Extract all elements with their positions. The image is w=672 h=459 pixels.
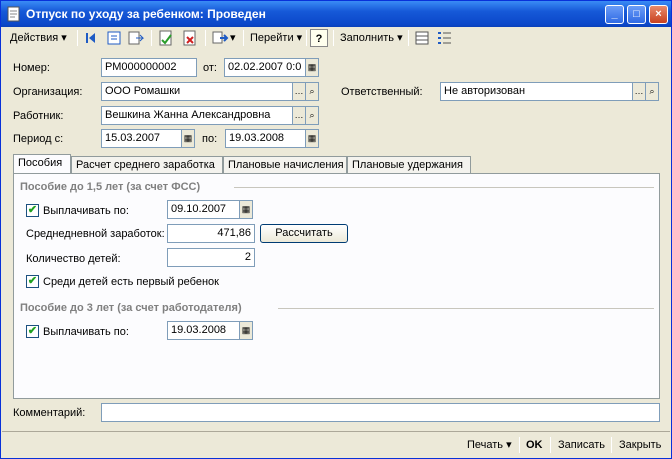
close-form-button[interactable]: Закрыть bbox=[619, 437, 661, 453]
date-label: от: bbox=[203, 62, 217, 74]
pay-until-field[interactable]: 09.10.2007 bbox=[167, 200, 240, 219]
pay-until-label: Выплачивать по: bbox=[43, 205, 129, 217]
movements-icon[interactable] bbox=[127, 29, 145, 47]
employee-field[interactable]: Вешкина Жанна Александровна bbox=[101, 106, 293, 125]
goto-menu[interactable]: Перейти ▾ bbox=[247, 29, 305, 47]
footer-separator bbox=[519, 437, 520, 453]
toolbar-separator bbox=[306, 30, 307, 46]
open-search-icon[interactable]: ⌕ bbox=[305, 82, 319, 101]
unpost-icon[interactable] bbox=[181, 29, 199, 47]
toolbar: Действия ▾ ▾ Перейти ▾ ? Заполнить ▾ bbox=[5, 28, 667, 48]
ok-button[interactable]: OK bbox=[526, 437, 543, 453]
window-title: Отпуск по уходу за ребенком: Проведен bbox=[26, 7, 266, 21]
calendar-icon[interactable]: ▦ bbox=[305, 58, 319, 77]
footer-separator bbox=[611, 437, 612, 453]
calendar-icon[interactable]: ▦ bbox=[239, 200, 253, 219]
structure-icon[interactable] bbox=[105, 29, 123, 47]
footer-separator bbox=[550, 437, 551, 453]
fill-menu[interactable]: Заполнить ▾ bbox=[337, 29, 406, 47]
period-from-field[interactable]: 15.03.2007 bbox=[101, 129, 182, 148]
period-from-label: Период с: bbox=[13, 133, 64, 145]
select-ellipsis-icon[interactable]: … bbox=[292, 82, 306, 101]
list-settings-icon[interactable] bbox=[435, 29, 453, 47]
number-field[interactable]: РМ000000002 bbox=[101, 58, 197, 77]
calendar-icon[interactable]: ▦ bbox=[181, 129, 195, 148]
minimize-button[interactable]: _ bbox=[605, 5, 624, 24]
previous-icon[interactable] bbox=[83, 29, 101, 47]
document-window: Отпуск по уходу за ребенком: Проведен _ … bbox=[0, 0, 672, 459]
responsible-field[interactable]: Не авторизован bbox=[440, 82, 633, 101]
avg-daily-field[interactable]: 471,86 bbox=[167, 224, 255, 243]
toolbar-separator bbox=[333, 30, 334, 46]
open-search-icon[interactable]: ⌕ bbox=[305, 106, 319, 125]
calendar-icon[interactable]: ▦ bbox=[239, 321, 253, 340]
help-label: ? bbox=[315, 33, 323, 45]
organization-label: Организация: bbox=[13, 86, 83, 98]
print-label: Печать bbox=[467, 439, 504, 451]
help-button[interactable]: ? bbox=[310, 29, 328, 47]
first-child-checkbox[interactable]: ✔ bbox=[26, 275, 39, 288]
pay-until-checkbox[interactable]: ✔ bbox=[26, 204, 39, 217]
toolbar-separator bbox=[408, 30, 409, 46]
document-icon bbox=[7, 6, 20, 22]
tab-panel-benefits: Пособие до 1,5 лет (за счет ФСС) ✔ Выпла… bbox=[13, 173, 660, 399]
pay-until2-checkbox[interactable]: ✔ bbox=[26, 325, 39, 338]
first-child-label: Среди детей есть первый ребенок bbox=[43, 276, 219, 288]
toolbar-separator bbox=[205, 30, 206, 46]
group1-divider bbox=[234, 187, 654, 188]
save-button[interactable]: Записать bbox=[558, 437, 605, 453]
select-ellipsis-icon[interactable]: … bbox=[292, 106, 306, 125]
period-to-field[interactable]: 19.03.2008 bbox=[225, 129, 307, 148]
toolbar-separator bbox=[243, 30, 244, 46]
number-label: Номер: bbox=[13, 62, 50, 74]
tab-benefits[interactable]: Пособия bbox=[13, 154, 71, 174]
comment-label: Комментарий: bbox=[13, 407, 86, 419]
maximize-button[interactable]: □ bbox=[627, 5, 646, 24]
toolbar-separator bbox=[77, 30, 78, 46]
organization-field[interactable]: ООО Ромашки bbox=[101, 82, 293, 101]
pay-until2-field[interactable]: 19.03.2008 bbox=[167, 321, 240, 340]
group1-title: Пособие до 1,5 лет (за счет ФСС) bbox=[20, 181, 201, 193]
actions-menu[interactable]: Действия ▾ bbox=[7, 29, 70, 47]
comment-field[interactable] bbox=[101, 403, 660, 422]
children-count-label: Количество детей: bbox=[26, 253, 121, 265]
children-count-field[interactable]: 2 bbox=[167, 248, 255, 267]
print-menu-button[interactable]: Печать ▾ bbox=[467, 437, 512, 453]
group2-divider bbox=[278, 308, 654, 309]
open-search-icon[interactable]: ⌕ bbox=[645, 82, 659, 101]
actions-label: Действия bbox=[10, 32, 59, 44]
tab-average-earnings[interactable]: Расчет среднего заработка bbox=[71, 156, 223, 173]
tab-planned-deductions[interactable]: Плановые удержания bbox=[347, 156, 471, 173]
employee-label: Работник: bbox=[13, 110, 64, 122]
date-field[interactable]: 02.02.2007 0:0 bbox=[224, 58, 306, 77]
tab-planned-accruals[interactable]: Плановые начисления bbox=[223, 156, 347, 173]
footer-divider bbox=[2, 431, 670, 432]
table-icon[interactable] bbox=[413, 29, 431, 47]
responsible-label: Ответственный: bbox=[341, 86, 423, 98]
pay-until2-label: Выплачивать по: bbox=[43, 326, 129, 338]
select-ellipsis-icon[interactable]: … bbox=[632, 82, 646, 101]
fill-label: Заполнить bbox=[340, 32, 395, 44]
post-icon[interactable] bbox=[157, 29, 175, 47]
calculate-button[interactable]: Рассчитать bbox=[260, 224, 348, 243]
period-to-label: по: bbox=[202, 133, 218, 145]
close-button[interactable]: × bbox=[649, 5, 668, 24]
toolbar-separator bbox=[151, 30, 152, 46]
goto-label: Перейти bbox=[250, 32, 294, 44]
avg-daily-label: Среднедневной заработок: bbox=[26, 228, 165, 240]
calendar-icon[interactable]: ▦ bbox=[305, 129, 319, 148]
title-bar[interactable]: Отпуск по уходу за ребенком: Проведен _ … bbox=[1, 1, 671, 27]
create-based-dropdown-icon[interactable]: ▾ bbox=[227, 29, 239, 47]
group2-title: Пособие до 3 лет (за счет работодателя) bbox=[20, 302, 242, 314]
